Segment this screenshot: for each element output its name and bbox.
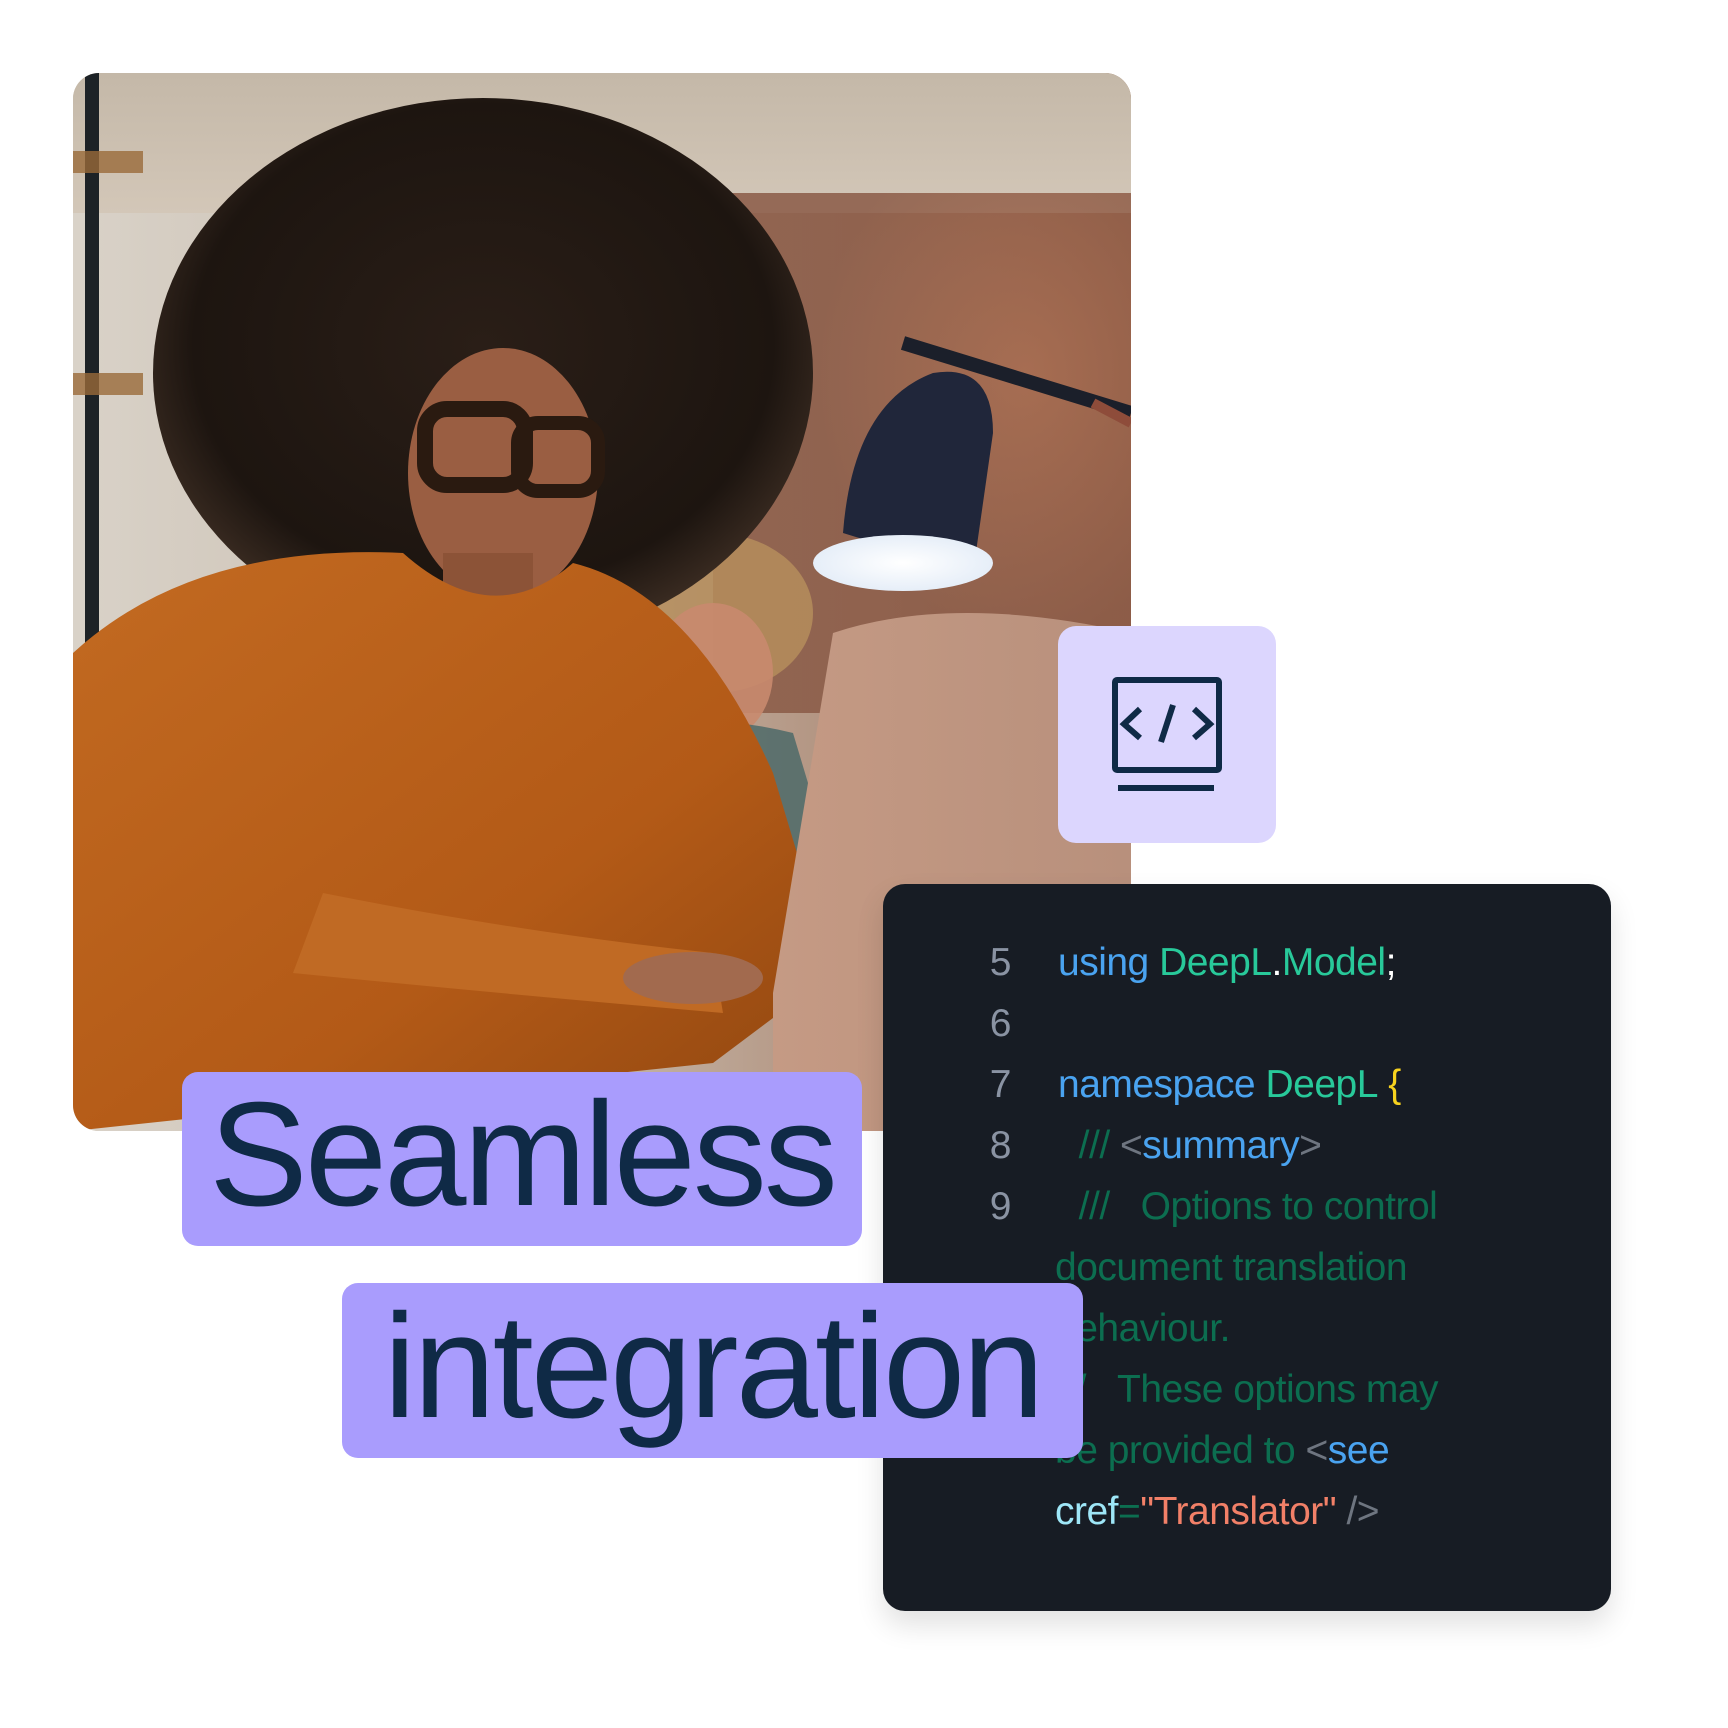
code-token: DeepL — [1159, 941, 1272, 984]
code-monitor-icon — [1112, 676, 1222, 791]
code-token: /// Options to control — [1058, 1185, 1438, 1228]
code-line: 8 /// <summary> — [883, 1115, 1611, 1176]
code-token: /> — [1336, 1490, 1380, 1533]
code-snippet-panel: 5 using DeepL.Model; 6 7 namespace DeepL {8 … — [883, 884, 1611, 1611]
code-token: > — [1299, 1124, 1322, 1167]
code-line: 5 using DeepL.Model; — [883, 932, 1611, 993]
code-token: ; — [1385, 941, 1397, 984]
code-token: summary — [1142, 1124, 1300, 1167]
code-token: = — [1118, 1490, 1141, 1533]
code-token: namespace — [1058, 1063, 1266, 1106]
code-token: < — [1120, 1124, 1143, 1167]
headline-pill-integration: integration — [342, 1283, 1083, 1458]
code-token: be provided to — [1055, 1429, 1306, 1472]
code-line: 7 namespace DeepL { — [883, 1054, 1611, 1115]
code-line: 9 /// Options to control — [883, 1176, 1611, 1237]
code-token: { — [1388, 1063, 1401, 1106]
code-token: document translation — [1055, 1246, 1408, 1289]
code-text: document translation — [1055, 1237, 1408, 1298]
line-number: 5 — [989, 941, 1012, 984]
code-line: 6 — [883, 993, 1611, 1054]
headline-pill-seamless: Seamless — [182, 1072, 862, 1246]
code-token: DeepL — [1265, 1063, 1389, 1106]
code-token: using — [1058, 941, 1160, 984]
line-number: 9 — [989, 1185, 1012, 1228]
code-text: cref="Translator" /> — [1055, 1481, 1380, 1542]
code-text: /// Options to control — [1058, 1176, 1438, 1237]
code-text: using DeepL.Model; — [1058, 932, 1396, 993]
headline-line-1: Seamless — [209, 1072, 838, 1237]
code-text: /// These options may — [1055, 1359, 1439, 1420]
code-token: . — [1271, 941, 1283, 984]
code-token: Model — [1281, 941, 1386, 984]
code-token: < — [1305, 1429, 1329, 1472]
code-text: /// <summary> — [1058, 1115, 1322, 1176]
code-text: be provided to <see — [1055, 1420, 1390, 1481]
line-number: 6 — [989, 1002, 1012, 1045]
line-number: 7 — [989, 1063, 1012, 1106]
line-number: 8 — [989, 1124, 1012, 1167]
code-text: namespace DeepL { — [1058, 1054, 1401, 1115]
code-token: "Translator" — [1140, 1490, 1337, 1533]
code-token: see — [1327, 1429, 1390, 1472]
code-token: cref — [1055, 1490, 1119, 1533]
code-token: /// — [1058, 1124, 1121, 1167]
code-token: /// These options may — [1055, 1368, 1439, 1411]
code-line: cref="Translator" /> — [883, 1481, 1611, 1542]
headline-line-2: integration — [383, 1283, 1044, 1449]
code-icon-tile — [1058, 626, 1276, 843]
